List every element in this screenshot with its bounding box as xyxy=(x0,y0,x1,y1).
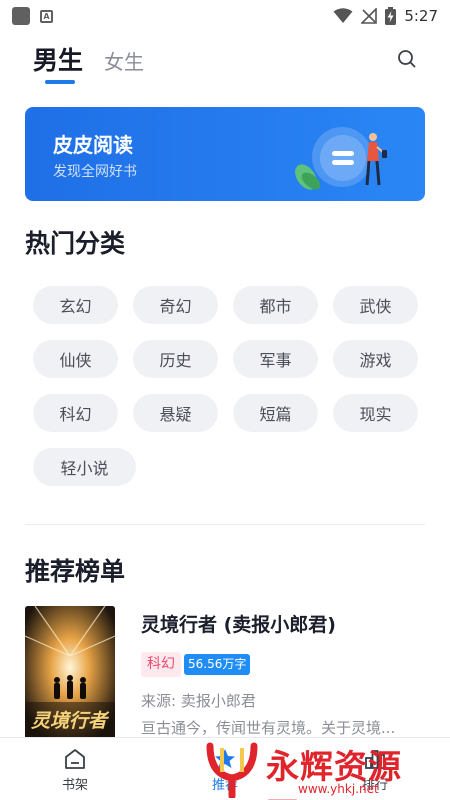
nav-label: 排行 xyxy=(361,778,388,793)
promo-banner[interactable]: 皮皮阅读 发现全网好书 xyxy=(25,107,425,201)
category-chip[interactable]: 仙侠 xyxy=(33,340,118,378)
nav-recommend[interactable]: 推荐 xyxy=(185,738,265,800)
header: 男生 女生 xyxy=(0,36,450,86)
status-time: 5:27 xyxy=(404,7,438,25)
genre-tag: 科幻 xyxy=(141,652,181,677)
no-signal-icon xyxy=(361,8,378,24)
book-cover-title: 灵境行者 xyxy=(31,710,108,732)
rank-icon xyxy=(365,750,385,769)
category-chip[interactable]: 都市 xyxy=(233,286,318,324)
tab-male[interactable]: 男生 xyxy=(33,41,83,77)
section-divider xyxy=(25,524,425,525)
category-chip[interactable]: 科幻 xyxy=(33,394,118,432)
status-bar: A 5:27 xyxy=(0,0,450,32)
book-title[interactable]: 灵境行者 (卖报小郎君) xyxy=(141,610,336,637)
nav-rank[interactable]: 排行 xyxy=(335,738,415,800)
search-icon[interactable] xyxy=(396,48,418,70)
tab-female[interactable]: 女生 xyxy=(104,46,144,75)
category-chip[interactable]: 军事 xyxy=(233,340,318,378)
category-chip[interactable]: 武侠 xyxy=(333,286,418,324)
categories-title: 热门分类 xyxy=(25,229,126,258)
bookshelf-icon xyxy=(65,749,85,769)
book-description: 亘古通今，传闻世有灵境。关于灵境... xyxy=(141,719,396,737)
wifi-icon xyxy=(333,8,353,23)
bottom-nav: 书架 推荐 排行 xyxy=(0,737,450,800)
category-chip[interactable]: 现实 xyxy=(333,394,418,432)
category-chip[interactable]: 游戏 xyxy=(333,340,418,378)
recommend-icon xyxy=(215,749,235,768)
category-chip[interactable]: 历史 xyxy=(133,340,218,378)
tab-active-indicator xyxy=(45,80,75,84)
banner-title: 皮皮阅读 xyxy=(53,133,133,157)
nav-label: 推荐 xyxy=(211,778,238,793)
category-chip[interactable]: 轻小说 xyxy=(33,448,136,486)
book-cover[interactable]: 灵境行者 xyxy=(25,606,115,742)
battery-charging-icon xyxy=(385,7,397,25)
category-chip[interactable]: 奇幻 xyxy=(133,286,218,324)
word-count-badge: 56.56万字 xyxy=(184,654,251,675)
category-chip[interactable]: 短篇 xyxy=(233,394,318,432)
banner-illustration xyxy=(295,127,387,190)
banner-subtitle: 发现全网好书 xyxy=(53,164,137,180)
category-chip[interactable]: 悬疑 xyxy=(133,394,218,432)
ranking-title: 推荐榜单 xyxy=(25,557,126,586)
notification-icon xyxy=(12,7,30,25)
book-source: 来源: 卖报小郎君 xyxy=(141,692,256,710)
nav-label: 书架 xyxy=(61,778,88,793)
category-chip[interactable]: 玄幻 xyxy=(33,286,118,324)
nav-bookshelf[interactable]: 书架 xyxy=(35,738,115,800)
a-notification-icon: A xyxy=(40,9,53,23)
